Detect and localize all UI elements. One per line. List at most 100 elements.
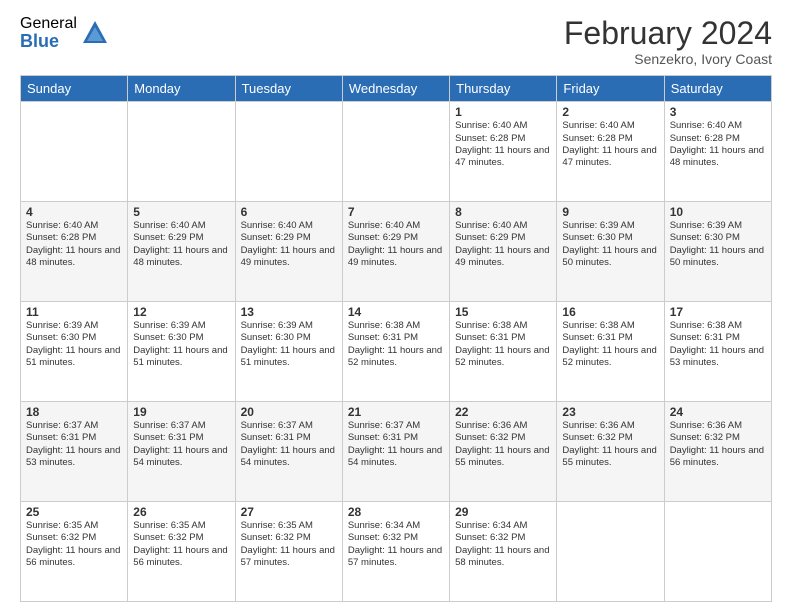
- day-number: 25: [26, 505, 122, 519]
- calendar-cell: 23Sunrise: 6:36 AM Sunset: 6:32 PM Dayli…: [557, 402, 664, 502]
- logo: General Blue: [20, 16, 109, 50]
- calendar-cell: 20Sunrise: 6:37 AM Sunset: 6:31 PM Dayli…: [235, 402, 342, 502]
- calendar-cell: 7Sunrise: 6:40 AM Sunset: 6:29 PM Daylig…: [342, 202, 449, 302]
- calendar-cell: 6Sunrise: 6:40 AM Sunset: 6:29 PM Daylig…: [235, 202, 342, 302]
- day-number: 28: [348, 505, 444, 519]
- day-info: Sunrise: 6:40 AM Sunset: 6:29 PM Dayligh…: [133, 220, 229, 269]
- calendar-cell: 12Sunrise: 6:39 AM Sunset: 6:30 PM Dayli…: [128, 302, 235, 402]
- day-number: 23: [562, 405, 658, 419]
- day-number: 6: [241, 205, 337, 219]
- calendar-cell: [664, 502, 771, 602]
- day-number: 14: [348, 305, 444, 319]
- day-number: 21: [348, 405, 444, 419]
- calendar-cell: 26Sunrise: 6:35 AM Sunset: 6:32 PM Dayli…: [128, 502, 235, 602]
- calendar-header-row: SundayMondayTuesdayWednesdayThursdayFrid…: [21, 76, 772, 102]
- day-number: 19: [133, 405, 229, 419]
- day-number: 4: [26, 205, 122, 219]
- day-number: 2: [562, 105, 658, 119]
- calendar-cell: 10Sunrise: 6:39 AM Sunset: 6:30 PM Dayli…: [664, 202, 771, 302]
- day-number: 10: [670, 205, 766, 219]
- day-info: Sunrise: 6:37 AM Sunset: 6:31 PM Dayligh…: [241, 420, 337, 469]
- day-info: Sunrise: 6:36 AM Sunset: 6:32 PM Dayligh…: [670, 420, 766, 469]
- day-info: Sunrise: 6:35 AM Sunset: 6:32 PM Dayligh…: [133, 520, 229, 569]
- calendar-cell: 13Sunrise: 6:39 AM Sunset: 6:30 PM Dayli…: [235, 302, 342, 402]
- calendar: SundayMondayTuesdayWednesdayThursdayFrid…: [20, 75, 772, 602]
- day-header: Friday: [557, 76, 664, 102]
- day-number: 7: [348, 205, 444, 219]
- title-section: February 2024 Senzekro, Ivory Coast: [564, 16, 772, 67]
- calendar-cell: 19Sunrise: 6:37 AM Sunset: 6:31 PM Dayli…: [128, 402, 235, 502]
- calendar-cell: 8Sunrise: 6:40 AM Sunset: 6:29 PM Daylig…: [450, 202, 557, 302]
- day-number: 18: [26, 405, 122, 419]
- calendar-cell: 25Sunrise: 6:35 AM Sunset: 6:32 PM Dayli…: [21, 502, 128, 602]
- day-info: Sunrise: 6:40 AM Sunset: 6:28 PM Dayligh…: [26, 220, 122, 269]
- calendar-cell: 28Sunrise: 6:34 AM Sunset: 6:32 PM Dayli…: [342, 502, 449, 602]
- logo-general: General: [20, 16, 77, 32]
- day-info: Sunrise: 6:36 AM Sunset: 6:32 PM Dayligh…: [562, 420, 658, 469]
- day-header: Monday: [128, 76, 235, 102]
- calendar-cell: [235, 102, 342, 202]
- day-info: Sunrise: 6:40 AM Sunset: 6:28 PM Dayligh…: [562, 120, 658, 169]
- day-number: 13: [241, 305, 337, 319]
- day-number: 11: [26, 305, 122, 319]
- day-info: Sunrise: 6:38 AM Sunset: 6:31 PM Dayligh…: [348, 320, 444, 369]
- day-number: 8: [455, 205, 551, 219]
- day-number: 12: [133, 305, 229, 319]
- calendar-cell: 1Sunrise: 6:40 AM Sunset: 6:28 PM Daylig…: [450, 102, 557, 202]
- day-info: Sunrise: 6:37 AM Sunset: 6:31 PM Dayligh…: [133, 420, 229, 469]
- page: General Blue February 2024 Senzekro, Ivo…: [0, 0, 792, 612]
- day-header: Saturday: [664, 76, 771, 102]
- calendar-cell: 17Sunrise: 6:38 AM Sunset: 6:31 PM Dayli…: [664, 302, 771, 402]
- logo-text: General Blue: [20, 16, 77, 50]
- calendar-cell: 16Sunrise: 6:38 AM Sunset: 6:31 PM Dayli…: [557, 302, 664, 402]
- day-info: Sunrise: 6:38 AM Sunset: 6:31 PM Dayligh…: [562, 320, 658, 369]
- day-info: Sunrise: 6:38 AM Sunset: 6:31 PM Dayligh…: [670, 320, 766, 369]
- calendar-cell: 27Sunrise: 6:35 AM Sunset: 6:32 PM Dayli…: [235, 502, 342, 602]
- day-number: 5: [133, 205, 229, 219]
- day-number: 26: [133, 505, 229, 519]
- calendar-cell: 14Sunrise: 6:38 AM Sunset: 6:31 PM Dayli…: [342, 302, 449, 402]
- day-number: 17: [670, 305, 766, 319]
- day-info: Sunrise: 6:34 AM Sunset: 6:32 PM Dayligh…: [348, 520, 444, 569]
- day-header: Sunday: [21, 76, 128, 102]
- day-info: Sunrise: 6:37 AM Sunset: 6:31 PM Dayligh…: [26, 420, 122, 469]
- calendar-cell: [128, 102, 235, 202]
- day-number: 22: [455, 405, 551, 419]
- day-info: Sunrise: 6:39 AM Sunset: 6:30 PM Dayligh…: [670, 220, 766, 269]
- day-info: Sunrise: 6:38 AM Sunset: 6:31 PM Dayligh…: [455, 320, 551, 369]
- calendar-cell: 3Sunrise: 6:40 AM Sunset: 6:28 PM Daylig…: [664, 102, 771, 202]
- day-number: 3: [670, 105, 766, 119]
- day-header: Thursday: [450, 76, 557, 102]
- calendar-cell: 2Sunrise: 6:40 AM Sunset: 6:28 PM Daylig…: [557, 102, 664, 202]
- calendar-cell: 21Sunrise: 6:37 AM Sunset: 6:31 PM Dayli…: [342, 402, 449, 502]
- day-info: Sunrise: 6:40 AM Sunset: 6:28 PM Dayligh…: [455, 120, 551, 169]
- calendar-cell: 4Sunrise: 6:40 AM Sunset: 6:28 PM Daylig…: [21, 202, 128, 302]
- logo-icon: [81, 19, 109, 47]
- calendar-week-row: 11 Sunrise: 6:39 AM Sunset: 6:30 PM Dayli…: [21, 302, 772, 402]
- logo-blue: Blue: [20, 32, 77, 50]
- calendar-cell: 29Sunrise: 6:34 AM Sunset: 6:32 PM Dayli…: [450, 502, 557, 602]
- calendar-cell: 5Sunrise: 6:40 AM Sunset: 6:29 PM Daylig…: [128, 202, 235, 302]
- calendar-cell: 11Sunrise: 6:39 AM Sunset: 6:30 PM Dayli…: [21, 302, 128, 402]
- day-info: Sunrise: 6:34 AM Sunset: 6:32 PM Dayligh…: [455, 520, 551, 569]
- calendar-week-row: 18Sunrise: 6:37 AM Sunset: 6:31 PM Dayli…: [21, 402, 772, 502]
- day-number: 1: [455, 105, 551, 119]
- subtitle: Senzekro, Ivory Coast: [564, 51, 772, 67]
- calendar-cell: [21, 102, 128, 202]
- day-info: Sunrise: 6:40 AM Sunset: 6:29 PM Dayligh…: [348, 220, 444, 269]
- day-info: Sunrise: 6:35 AM Sunset: 6:32 PM Dayligh…: [26, 520, 122, 569]
- calendar-cell: [557, 502, 664, 602]
- day-number: 9: [562, 205, 658, 219]
- day-info: Sunrise: 6:35 AM Sunset: 6:32 PM Dayligh…: [241, 520, 337, 569]
- day-info: Sunrise: 6:39 AM Sunset: 6:30 PM Dayligh…: [562, 220, 658, 269]
- calendar-cell: 24Sunrise: 6:36 AM Sunset: 6:32 PM Dayli…: [664, 402, 771, 502]
- day-info: Sunrise: 6:40 AM Sunset: 6:29 PM Dayligh…: [241, 220, 337, 269]
- day-number: 15: [455, 305, 551, 319]
- day-number: 16: [562, 305, 658, 319]
- day-info: Sunrise: 6:40 AM Sunset: 6:28 PM Dayligh…: [670, 120, 766, 169]
- main-title: February 2024: [564, 16, 772, 51]
- calendar-cell: 9Sunrise: 6:39 AM Sunset: 6:30 PM Daylig…: [557, 202, 664, 302]
- calendar-week-row: 4Sunrise: 6:40 AM Sunset: 6:28 PM Daylig…: [21, 202, 772, 302]
- day-info: Sunrise: 6:39 AM Sunset: 6:30 PM Dayligh…: [133, 320, 229, 369]
- day-info: Sunrise: 6:40 AM Sunset: 6:29 PM Dayligh…: [455, 220, 551, 269]
